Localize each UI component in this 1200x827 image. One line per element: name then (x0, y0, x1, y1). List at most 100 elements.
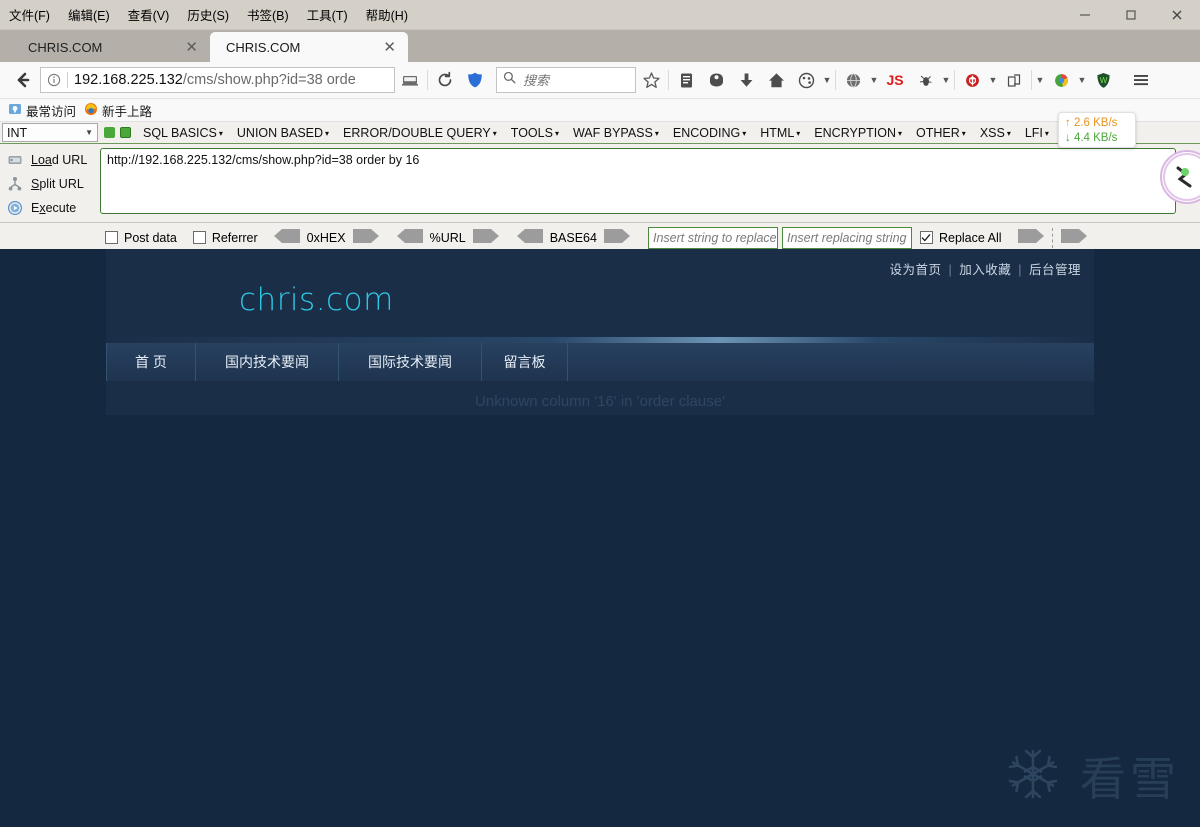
menu-item-bookmarks[interactable]: 书签(B) (238, 2, 298, 27)
menu-item-tools[interactable]: 工具(T) (298, 2, 357, 27)
site-logo[interactable]: chris.com (239, 282, 394, 318)
menu-item-history[interactable]: 历史(S) (178, 2, 238, 27)
referrer-checkbox[interactable]: Referrer (192, 231, 258, 245)
hackbar-menu-encoding[interactable]: ENCODING ▾ (666, 126, 753, 140)
minimize-button[interactable] (1062, 0, 1108, 30)
globe-icon[interactable] (838, 65, 868, 95)
chevron-down-icon[interactable]: ▼ (1034, 75, 1046, 85)
hackbar-menu-xss[interactable]: XSS ▾ (973, 126, 1018, 140)
hackbar-menu-error-double-query[interactable]: ERROR/DOUBLE QUERY ▾ (336, 126, 504, 140)
hackbar-menu-lfi[interactable]: LFI ▾ (1018, 126, 1056, 140)
home-icon[interactable] (761, 65, 791, 95)
decode-arrow-left-icon[interactable] (396, 229, 423, 246)
remove-button[interactable] (104, 127, 115, 138)
maximize-button[interactable] (1108, 0, 1154, 30)
hackbar-url-textarea[interactable]: http://192.168.225.132/cms/show.php?id=3… (100, 148, 1176, 214)
library-icon[interactable] (671, 65, 701, 95)
js-label: JS (886, 72, 904, 88)
tab-close-icon[interactable]: ✕ (383, 40, 396, 55)
load-url-button[interactable]: Load URL (6, 148, 100, 172)
back-arrow-icon[interactable] (8, 65, 38, 95)
replace-all-checkbox[interactable]: Replace All (919, 231, 1002, 245)
converter-label: %URL (429, 230, 466, 245)
bookmark-getting-started[interactable]: 新手上路 (84, 101, 152, 120)
bookmark-star-icon[interactable] (636, 65, 666, 95)
add-button[interactable] (120, 127, 131, 138)
hackbar-menu-row: INT ▼ SQL BASICS ▾ UNION BASED ▾ ERROR/DOU… (0, 122, 1200, 144)
encode-arrow-right-icon[interactable] (603, 229, 630, 246)
browser-tab-2[interactable]: CHRIS.COM ✕ (210, 32, 408, 62)
execute-button[interactable]: Execute (6, 196, 100, 220)
menu-item-view[interactable]: 查看(V) (119, 2, 179, 27)
nav-item-guestbook[interactable]: 留言板 (482, 343, 568, 381)
checkbox-box[interactable] (919, 231, 933, 244)
hackbar-menu-sql-basics[interactable]: SQL BASICS ▾ (136, 126, 230, 140)
bookmark-most-visited[interactable]: 最常访问 (8, 101, 76, 120)
decode-arrow-left-icon[interactable] (516, 229, 543, 246)
reader-view-icon[interactable] (395, 65, 425, 95)
checkbox-box[interactable] (192, 231, 206, 244)
tab-title: CHRIS.COM (226, 39, 301, 55)
nav-item-domestic-tech-news[interactable]: 国内技术要闻 (196, 343, 339, 381)
hackbar-menu-html[interactable]: HTML ▾ (753, 126, 807, 140)
bookmark-shield-icon[interactable] (460, 65, 490, 95)
palette-icon[interactable] (791, 65, 821, 95)
tab-close-icon[interactable]: ✕ (185, 40, 198, 55)
menu-item-help[interactable]: 帮助(H) (357, 2, 417, 27)
search-input[interactable] (521, 71, 629, 89)
chevron-down-icon[interactable]: ▼ (821, 75, 833, 85)
checkbox-box[interactable] (105, 231, 118, 244)
chevron-down-icon[interactable]: ▼ (868, 75, 880, 85)
url-bar[interactable]: 192.168.225.132/cms/show.php?id=38 orde (40, 67, 395, 93)
encode-arrow-right-icon[interactable] (472, 229, 499, 246)
chevron-down-icon[interactable]: ▼ (940, 75, 952, 85)
hackbar-menu-union-based[interactable]: UNION BASED ▾ (230, 126, 336, 140)
nav-item-home[interactable]: 首 页 (106, 343, 196, 381)
replace-to-input[interactable]: Insert replacing string (781, 226, 912, 249)
chevron-down-icon[interactable]: ▼ (85, 128, 93, 137)
hackbar-menu-tools[interactable]: TOOLS ▾ (504, 126, 566, 140)
adblock-shield-icon[interactable]: W (1088, 65, 1118, 95)
downloads-icon[interactable] (731, 65, 761, 95)
reload-icon[interactable] (430, 65, 460, 95)
chevron-down-icon[interactable]: ▼ (1076, 75, 1088, 85)
page-viewport: 设为首页 | 加入收藏 | 后台管理 chris.com 首 页 国内技术要闻 国际技术… (0, 249, 1200, 827)
site-nav-wrapper: 首 页 国内技术要闻 国际技术要闻 留言板 (106, 337, 1094, 381)
multitab-icon[interactable] (999, 65, 1029, 95)
tab-strip: CHRIS.COM ✕ CHRIS.COM ✕ (0, 30, 1200, 62)
menu-label: WAF BYPASS (572, 125, 653, 140)
link-set-homepage[interactable]: 设为首页 (884, 263, 946, 277)
bug-icon[interactable] (910, 65, 940, 95)
hackbar-menu-encryption[interactable]: ENCRYPTION ▾ (807, 126, 909, 140)
hackbar-menu-other[interactable]: OTHER ▾ (909, 126, 973, 140)
menu-item-edit[interactable]: 编辑(E) (59, 2, 119, 27)
close-button[interactable] (1154, 0, 1200, 30)
hackbar-main-row: Load URL Split URL Execute http://192.16… (0, 144, 1200, 222)
menu-item-file[interactable]: 文件(F) (0, 2, 59, 27)
javascript-toggle-icon[interactable]: JS (880, 65, 910, 95)
nav-item-international-tech-news[interactable]: 国际技术要闻 (339, 343, 482, 381)
tab-title: CHRIS.COM (28, 39, 103, 55)
replace-apply-arrow-icon[interactable] (1017, 229, 1044, 246)
chevron-down-icon[interactable]: ▼ (987, 75, 999, 85)
hamburger-menu-icon[interactable] (1126, 65, 1156, 95)
hackbar-type-select[interactable]: INT ▼ (2, 123, 98, 142)
navigation-toolbar: 192.168.225.132/cms/show.php?id=38 orde … (0, 62, 1200, 99)
browser-tab-1[interactable]: CHRIS.COM ✕ (12, 32, 210, 62)
upload-speed: ↑ 2.6 KB/s (1065, 117, 1118, 129)
replace-from-input[interactable]: Insert string to replace (647, 226, 778, 249)
link-admin-panel[interactable]: 后台管理 (1024, 263, 1086, 277)
replace-secondary-arrow-icon[interactable] (1060, 229, 1087, 246)
hackbar-menu-waf-bypass[interactable]: WAF BYPASS ▾ (566, 126, 666, 140)
pocket-icon[interactable] (701, 65, 731, 95)
link-add-favorite[interactable]: 加入收藏 (954, 263, 1016, 277)
browser-icon[interactable] (1046, 65, 1076, 95)
page-info-icon[interactable] (47, 73, 61, 87)
encode-arrow-right-icon[interactable] (352, 229, 379, 246)
decode-arrow-left-icon[interactable] (273, 229, 300, 246)
tamper-icon[interactable] (957, 65, 987, 95)
search-bar[interactable] (496, 67, 636, 93)
split-url-button[interactable]: Split URL (6, 172, 100, 196)
post-data-checkbox[interactable]: Post data (105, 231, 177, 245)
split-url-label: Split URL (31, 177, 84, 191)
